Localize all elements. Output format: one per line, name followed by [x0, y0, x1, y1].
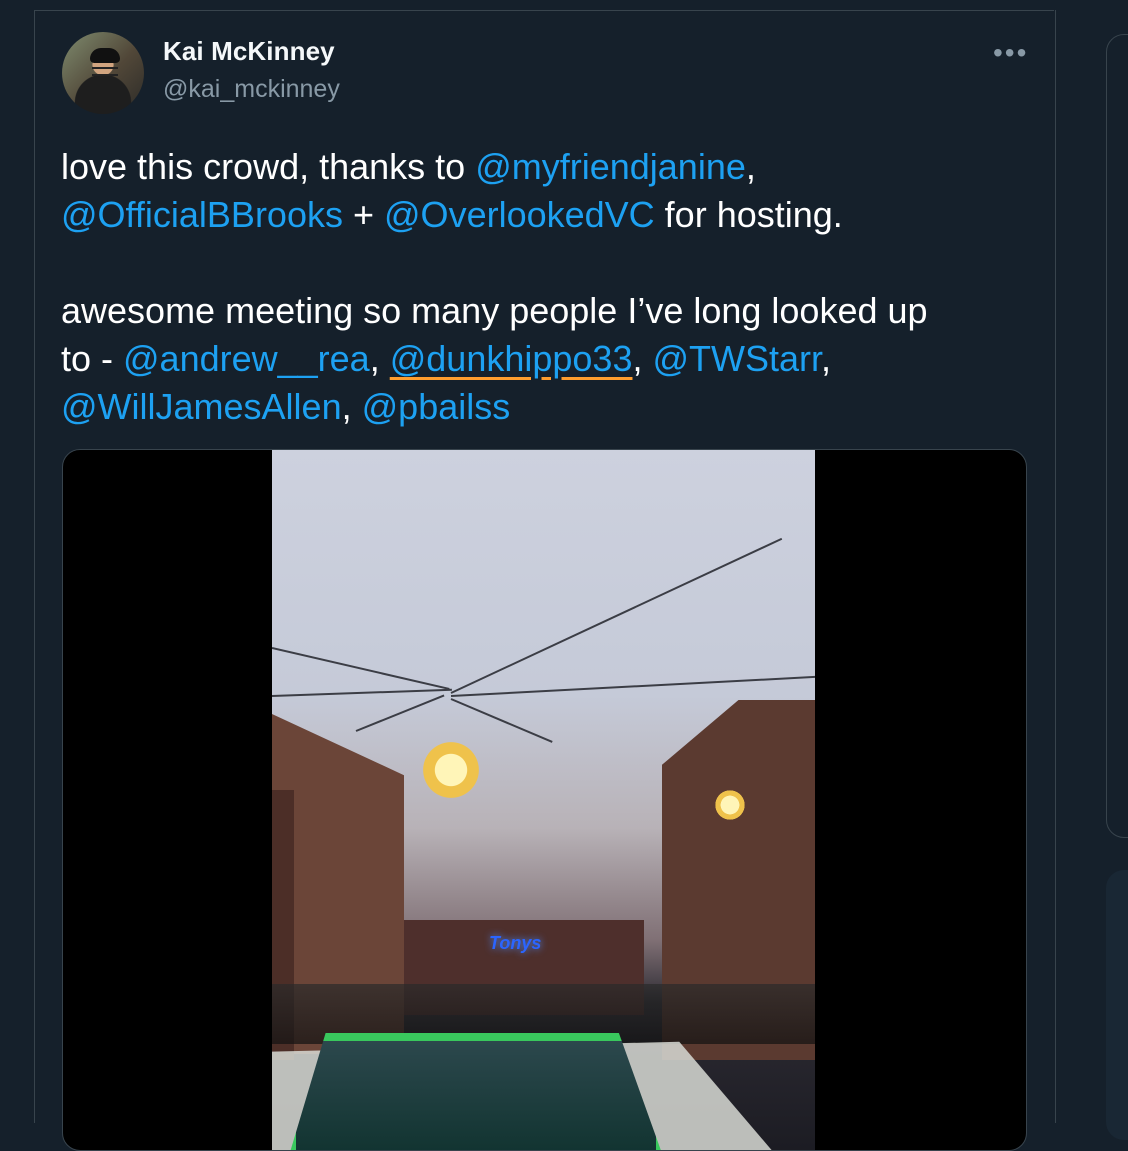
tweet-text-segment: love this crowd, thanks to: [61, 146, 476, 187]
neon-sign: Tonys: [489, 933, 542, 953]
author-name[interactable]: Kai McKinney: [163, 36, 335, 67]
mention-link[interactable]: @pbailss: [362, 386, 511, 427]
tweet-text-segment: ,: [341, 386, 362, 427]
tweet-text-segment: ,: [632, 338, 653, 379]
video-media[interactable]: Tonys: [62, 449, 1027, 1151]
mention-link[interactable]: @dunkhippo33: [390, 338, 633, 379]
tweet-line-1: love this crowd, thanks to @myfriendjani…: [61, 143, 1041, 191]
mention-link[interactable]: @OverlookedVC: [384, 194, 655, 235]
wire-shape: [450, 537, 783, 694]
chandelier-icon: [414, 732, 488, 808]
mention-link[interactable]: @WillJamesAllen: [61, 386, 342, 427]
wire-shape: [272, 688, 452, 697]
tweet-text-segment: to -: [61, 338, 124, 379]
video-frame[interactable]: Tonys: [272, 450, 815, 1150]
right-sidebar-card: [1106, 870, 1128, 1140]
avatar-hair-shape: [90, 48, 120, 63]
avatar-glasses-shape: [92, 67, 118, 76]
avatar[interactable]: [62, 32, 144, 114]
author-handle[interactable]: @kai_mckinney: [163, 75, 340, 104]
wire-shape: [272, 647, 450, 690]
mention-link[interactable]: @TWStarr: [653, 338, 822, 379]
right-sidebar-panel: [1106, 34, 1128, 838]
wire-shape: [355, 694, 445, 732]
tweet-text: love this crowd, thanks to @myfriendjani…: [61, 143, 1041, 431]
mention-link[interactable]: @myfriendjanine: [475, 146, 746, 187]
tweet-text-segment: for hosting.: [654, 194, 843, 235]
tweet-line-4: to - @andrew__rea, @dunkhippo33, @TWStar…: [61, 335, 1041, 383]
chandelier-icon: [709, 789, 751, 821]
tweet-text-segment: +: [342, 194, 385, 235]
tweet-line-2: @OfficialBBrooks + @OverlookedVC for hos…: [61, 191, 1041, 239]
mention-link[interactable]: @andrew__rea: [123, 338, 370, 379]
tweet-text-segment: ,: [745, 146, 756, 187]
tweet-text-segment: ,: [821, 338, 832, 379]
pool-shape: [288, 1033, 664, 1150]
tweet-text-segment: ,: [369, 338, 390, 379]
more-options-icon[interactable]: •••: [993, 37, 1028, 69]
wire-shape: [450, 675, 815, 697]
mention-link[interactable]: @OfficialBBrooks: [61, 194, 343, 235]
tweet-line-3: awesome meeting so many people I’ve long…: [61, 290, 928, 331]
tweet-line-5: @WillJamesAllen, @pbailss: [61, 383, 1041, 431]
